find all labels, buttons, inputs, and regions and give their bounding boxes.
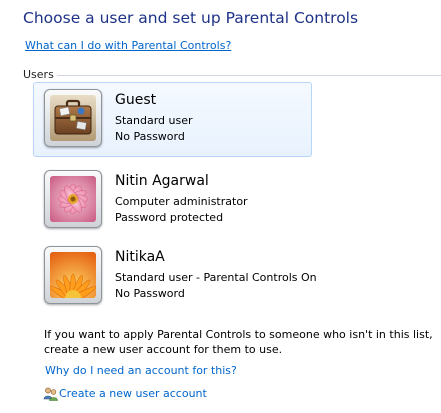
pink-flower-icon xyxy=(50,176,96,222)
users-section-label: Users xyxy=(23,68,57,81)
users-section-divider xyxy=(50,75,441,76)
user-item-guest[interactable]: Guest Standard user No Password xyxy=(33,82,312,157)
parental-controls-window: Choose a user and set up Parental Contro… xyxy=(0,0,441,413)
user-account-type: Standard user - Parental Controls On xyxy=(115,271,317,284)
user-account-type: Computer administrator xyxy=(115,195,248,208)
help-link[interactable]: What can I do with Parental Controls? xyxy=(25,39,231,52)
users-add-icon xyxy=(43,386,59,402)
user-password-status: Password protected xyxy=(115,211,224,224)
create-account-link[interactable]: Create a new user account xyxy=(59,387,207,400)
why-account-link[interactable]: Why do I need an account for this? xyxy=(45,364,237,377)
user-password-status: No Password xyxy=(115,130,185,143)
user-password-status: No Password xyxy=(115,287,185,300)
user-name: Nitin Agarwal xyxy=(115,173,209,189)
user-picture-frame xyxy=(44,170,102,228)
user-name: NitikaA xyxy=(115,249,165,265)
user-picture-frame xyxy=(44,89,102,147)
briefcase-icon xyxy=(50,95,96,141)
user-account-type: Standard user xyxy=(115,114,193,127)
user-item-nitin-agarwal[interactable]: Nitin Agarwal Computer administrator Pas… xyxy=(33,163,312,238)
user-item-nitikaa[interactable]: NitikaA Standard user - Parental Control… xyxy=(33,239,317,314)
orange-flower-icon xyxy=(50,252,96,298)
user-name: Guest xyxy=(115,92,157,108)
page-title: Choose a user and set up Parental Contro… xyxy=(23,9,359,27)
user-picture-frame xyxy=(44,246,102,304)
info-text: If you want to apply Parental Controls t… xyxy=(44,328,433,356)
